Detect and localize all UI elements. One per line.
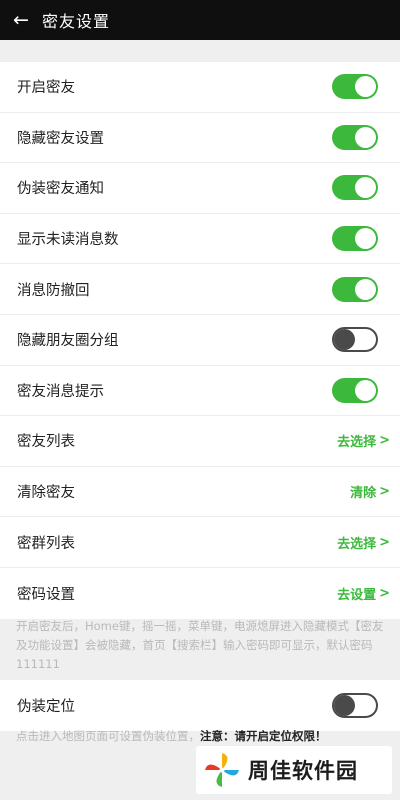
settings-row-label: 密友消息提示	[17, 383, 104, 400]
chevron-right-icon: >	[379, 433, 390, 449]
settings-row[interactable]: 密群列表 去选择 >	[0, 517, 400, 568]
settings-row[interactable]: 伪装密友通知	[0, 163, 400, 214]
site-watermark: 周佳软件园	[196, 746, 392, 794]
settings-row[interactable]: 开启密友	[0, 62, 400, 113]
settings-action-link[interactable]: 去设置 >	[337, 584, 390, 603]
settings-row[interactable]: 清除密友 清除 >	[0, 467, 400, 518]
settings-row-label: 密码设置	[17, 586, 75, 603]
toggle-knob	[334, 329, 355, 351]
action-label: 清除	[350, 486, 377, 502]
toggle-knob	[355, 379, 376, 401]
settings-toggle[interactable]	[332, 175, 378, 201]
action-label: 去选择	[337, 435, 377, 451]
settings-toggle[interactable]	[332, 276, 378, 302]
fake-location-toggle[interactable]	[332, 692, 378, 718]
settings-row[interactable]: 密友消息提示	[0, 366, 400, 417]
settings-row-label: 隐藏朋友圈分组	[17, 333, 119, 350]
settings-action-link[interactable]: 去选择 >	[337, 533, 390, 552]
settings-row-label: 密群列表	[17, 535, 75, 552]
hidden-mode-note: 开启密友后，Home键，摇一摇，菜单键，电源熄屏进入隐藏模式【密友及功能设置】会…	[16, 619, 384, 671]
chevron-right-icon: >	[379, 534, 390, 550]
chevron-right-icon: >	[379, 585, 390, 601]
settings-row[interactable]: 显示未读消息数	[0, 214, 400, 265]
toggle-knob	[355, 177, 376, 199]
settings-action-link[interactable]: 去选择 >	[337, 431, 390, 450]
settings-row-label: 显示未读消息数	[17, 232, 119, 249]
fake-location-row[interactable]: 伪装定位	[0, 680, 400, 731]
settings-row-label: 隐藏密友设置	[17, 130, 104, 147]
settings-toggle[interactable]	[332, 74, 378, 100]
settings-row-label: 伪装密友通知	[17, 181, 104, 198]
map-footnote: 点击进入地图页面可设置伪装位置，注意：请开启定位权限！	[0, 728, 400, 744]
toggle-knob	[355, 76, 376, 98]
toggle-knob	[334, 694, 355, 716]
action-label: 去选择	[337, 536, 377, 552]
fake-location-section: 伪装定位	[0, 680, 400, 731]
settings-action-link[interactable]: 清除 >	[350, 482, 390, 501]
toggle-knob	[355, 126, 376, 148]
settings-row-label: 消息防撤回	[17, 282, 90, 299]
fake-location-label: 伪装定位	[17, 698, 75, 715]
settings-toggle[interactable]	[332, 377, 378, 403]
settings-row[interactable]: 隐藏密友设置	[0, 113, 400, 164]
back-arrow-icon[interactable]: ←	[10, 9, 32, 31]
location-permission-warning: 注意：请开启定位权限！	[200, 729, 327, 743]
settings-toggle[interactable]	[332, 327, 378, 353]
chevron-right-icon: >	[379, 484, 390, 500]
settings-list: 开启密友隐藏密友设置 伪装密友通知 显示未读消息数 消息防撤回隐藏朋友圈分组 密友消息提…	[0, 62, 400, 619]
settings-toggle[interactable]	[332, 226, 378, 252]
settings-toggle[interactable]	[332, 124, 378, 150]
watermark-text: 周佳软件园	[248, 759, 358, 783]
footnote-text: 点击进入地图页面可设置伪装位置，	[16, 729, 200, 743]
page-title: 密友设置	[42, 12, 111, 31]
toggle-knob	[355, 228, 376, 250]
settings-row-label: 清除密友	[17, 485, 75, 502]
settings-row-label: 开启密友	[17, 80, 75, 97]
settings-row[interactable]: 密码设置 去设置 >	[0, 568, 400, 619]
settings-row-label: 密友列表	[17, 434, 75, 451]
settings-row[interactable]: 隐藏朋友圈分组	[0, 315, 400, 366]
action-label: 去设置	[337, 587, 377, 603]
toggle-knob	[355, 278, 376, 300]
pinwheel-logo-icon	[205, 753, 239, 787]
settings-row[interactable]: 消息防撤回	[0, 264, 400, 315]
settings-row[interactable]: 密友列表 去选择 >	[0, 416, 400, 467]
title-bar: ← 密友设置	[0, 0, 400, 40]
